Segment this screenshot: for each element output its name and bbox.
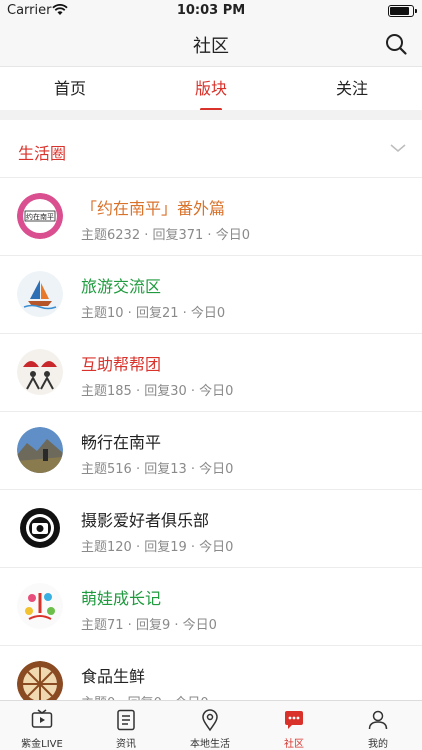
user-icon — [368, 710, 388, 730]
status-bar: Carrier 10:03 PM — [0, 0, 422, 22]
board-avatar — [17, 271, 63, 317]
board-avatar — [17, 427, 63, 473]
battery-icon — [388, 5, 417, 17]
section-title: 生活圈 — [18, 144, 67, 163]
tabbar-label: 紫金LIVE — [21, 739, 63, 750]
tab-boards[interactable]: 版块 — [141, 67, 281, 111]
board-row[interactable]: 互助帮帮团 主题185 · 回复30 · 今日0 — [0, 334, 422, 412]
tab-boards-label: 版块 — [194, 79, 227, 98]
board-row[interactable]: 摄影爱好者俱乐部 主题120 · 回复19 · 今日0 — [0, 490, 422, 568]
tabbar-label: 我的 — [368, 739, 388, 750]
tabbar-item-mine[interactable]: 我的 — [336, 701, 420, 750]
tab-home-label: 首页 — [53, 79, 86, 98]
tv-play-icon — [31, 709, 53, 728]
board-avatar — [17, 583, 63, 629]
board-row[interactable]: 约在南平 「约在南平」番外篇 主题6232 · 回复371 · 今日0 — [0, 178, 422, 256]
page-title: 社区 — [193, 36, 229, 57]
tabbar-label: 社区 — [284, 739, 304, 750]
search-icon[interactable] — [384, 32, 408, 56]
tabbar-label: 本地生活 — [190, 739, 230, 750]
board-name: 互助帮帮团 — [81, 355, 162, 374]
board-name: 畅行在南平 — [81, 433, 162, 452]
board-avatar — [17, 505, 63, 551]
tab-following[interactable]: 关注 — [282, 67, 422, 111]
tabbar-label: 资讯 — [116, 739, 136, 750]
tabbar-item-community[interactable]: 社区 — [252, 701, 336, 750]
board-row[interactable]: 食品生鲜 主题0 · 回复0 · 今日0 — [0, 646, 422, 700]
board-stats: 主题120 · 回复19 · 今日0 — [81, 540, 234, 555]
board-row[interactable]: 旅游交流区 主题10 · 回复21 · 今日0 — [0, 256, 422, 334]
board-name: 旅游交流区 — [81, 277, 162, 296]
tab-following-label: 关注 — [335, 79, 368, 98]
segment-tabs: 首页 版块 关注 — [0, 66, 422, 111]
tab-home[interactable]: 首页 — [0, 67, 140, 111]
board-stats: 主题71 · 回复9 · 今日0 — [81, 618, 217, 633]
chat-bubble-icon — [285, 711, 303, 729]
board-stats: 主题10 · 回复21 · 今日0 — [81, 306, 226, 321]
board-row[interactable]: 萌娃成长记 主题71 · 回复9 · 今日0 — [0, 568, 422, 646]
board-stats: 主题185 · 回复30 · 今日0 — [81, 384, 234, 399]
tabbar-item-live[interactable]: 紫金LIVE — [0, 701, 84, 750]
board-name: 摄影爱好者俱乐部 — [81, 511, 210, 530]
board-stats: 主题6232 · 回复371 · 今日0 — [81, 228, 250, 243]
section-divider — [0, 110, 422, 120]
bottom-tab-bar: 紫金LIVE 资讯 本地生活 社区 我的 — [0, 700, 422, 750]
clock: 10:03 PM — [176, 3, 246, 18]
board-avatar: 约在南平 — [17, 193, 63, 239]
nav-bar: 社区 — [0, 22, 422, 66]
tabbar-item-local[interactable]: 本地生活 — [168, 701, 252, 750]
tabbar-item-news[interactable]: 资讯 — [84, 701, 168, 750]
avatar-logo-text: 约在南平 — [26, 212, 54, 221]
board-name: 「约在南平」番外篇 — [81, 199, 226, 218]
board-stats: 主题0 · 回复0 · 今日0 — [81, 692, 209, 700]
board-avatar — [17, 661, 63, 700]
section-header[interactable]: 生活圈 — [0, 120, 422, 178]
board-list: 约在南平 「约在南平」番外篇 主题6232 · 回复371 · 今日0 旅游交流… — [0, 178, 422, 700]
board-name: 食品生鲜 — [81, 667, 146, 686]
board-avatar — [17, 349, 63, 395]
board-stats: 主题516 · 回复13 · 今日0 — [81, 462, 234, 477]
location-pin-icon — [202, 709, 218, 732]
board-row[interactable]: 畅行在南平 主题516 · 回复13 · 今日0 — [0, 412, 422, 490]
news-icon — [117, 709, 135, 731]
board-name: 萌娃成长记 — [81, 589, 162, 608]
chevron-down-icon[interactable] — [390, 142, 406, 154]
